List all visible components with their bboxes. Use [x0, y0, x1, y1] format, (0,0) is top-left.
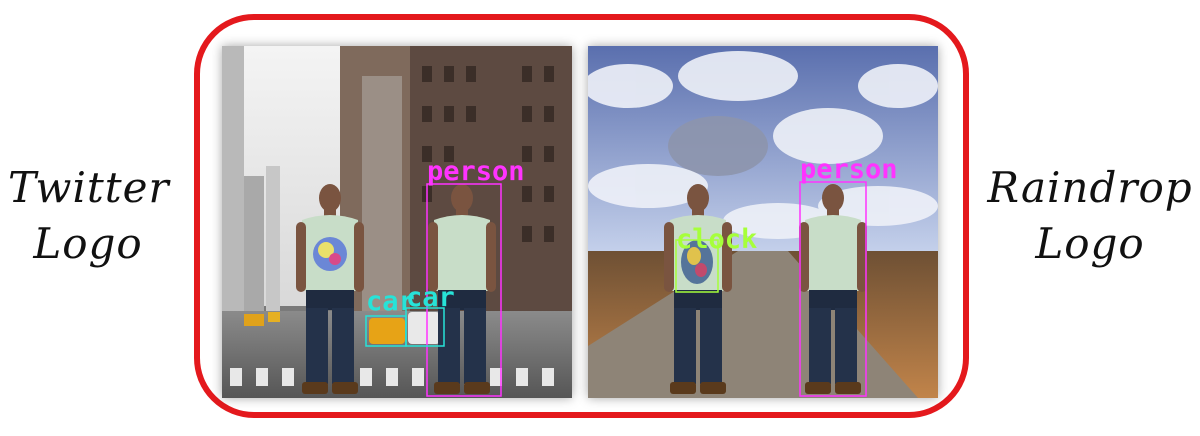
clock-detection-label: clock — [676, 224, 757, 255]
building-left-tall — [222, 46, 244, 316]
left-caption: Twitter Logo — [8, 160, 170, 272]
logo-on-shirt — [313, 237, 347, 271]
right-caption-line1: Raindrop — [987, 163, 1193, 212]
yellow-taxi — [369, 318, 405, 344]
street-scene-svg: person car car — [222, 46, 572, 398]
building-left-distant — [266, 166, 280, 316]
person-detection-label: person — [427, 156, 525, 187]
building-right-1b — [362, 76, 402, 316]
road-scene-svg: clock person — [588, 46, 938, 398]
street-scene-image: person car car — [222, 46, 572, 398]
right-caption-line2: Logo — [1035, 219, 1145, 268]
left-caption-line2: Logo — [33, 219, 143, 268]
road-scene-image: clock person — [588, 46, 938, 398]
left-caption-line1: Twitter — [8, 163, 170, 212]
car-detection-label-2: car — [406, 282, 455, 313]
taxi-distant-2 — [268, 312, 280, 322]
person-detection-label: person — [800, 154, 898, 185]
right-caption: Raindrop Logo — [985, 160, 1195, 272]
building-left-small — [244, 176, 264, 316]
taxi-distant — [244, 314, 264, 326]
